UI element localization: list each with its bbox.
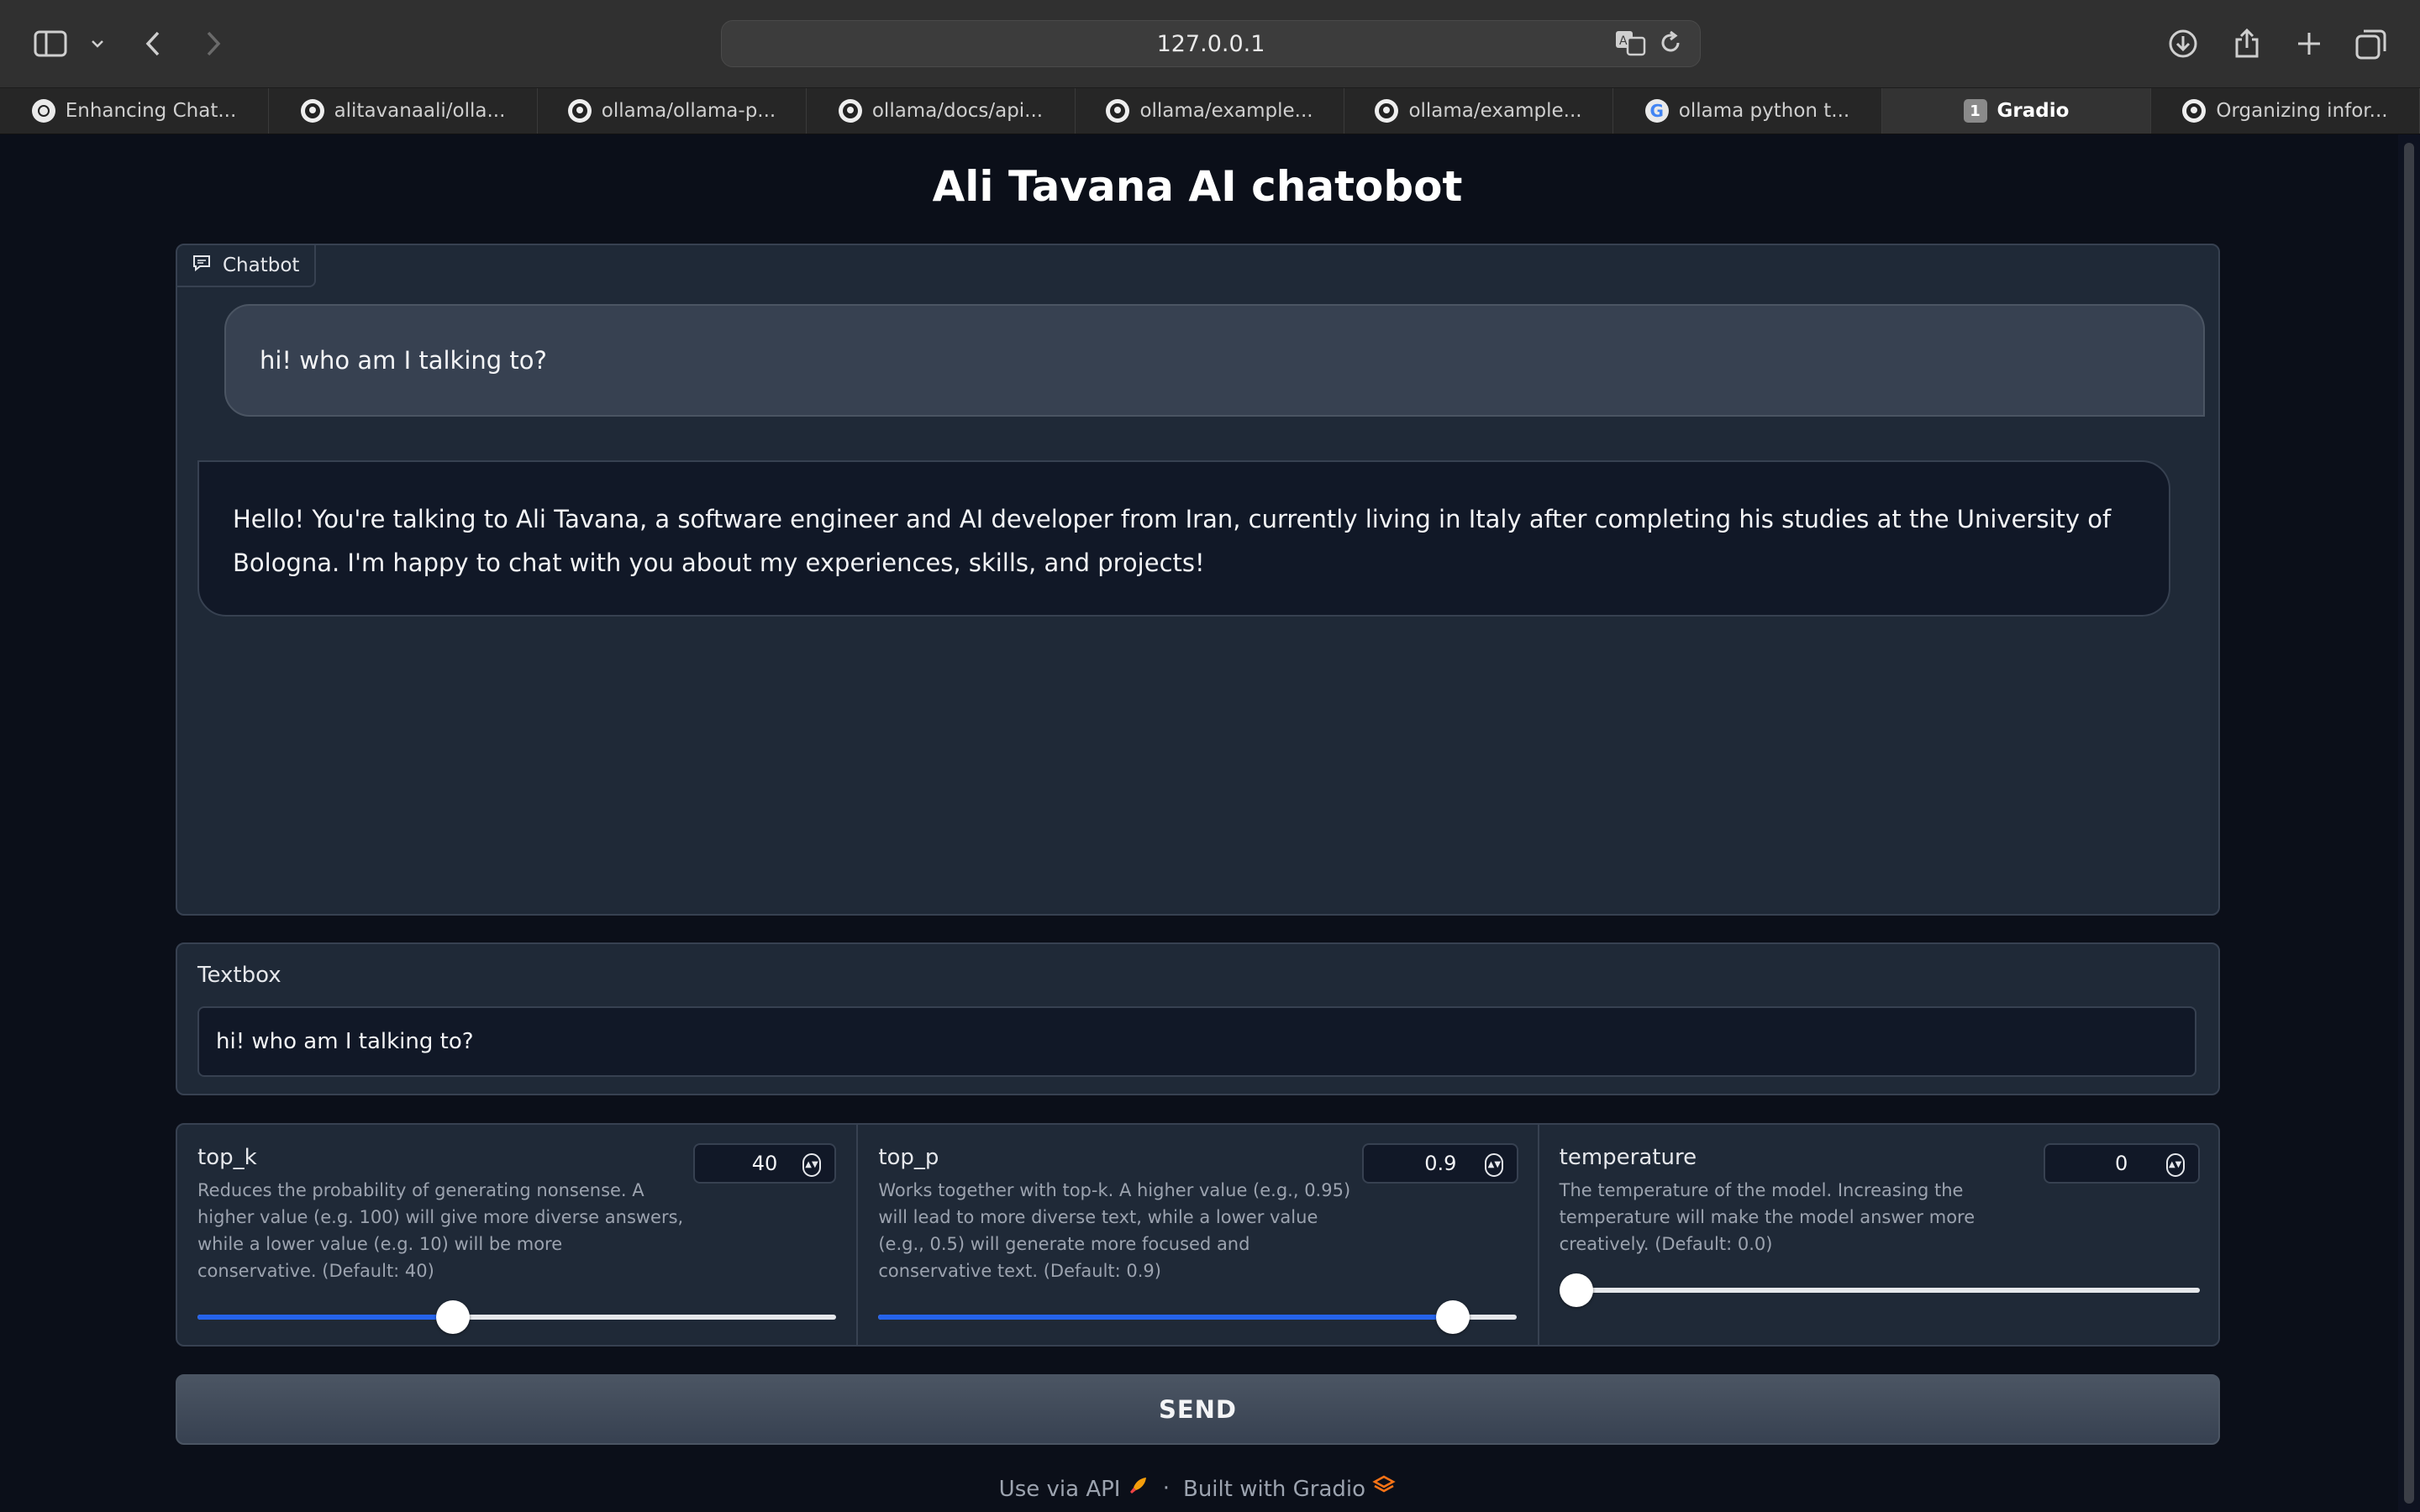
tab-ollama-docs[interactable]: ollama/docs/api...	[807, 88, 1076, 134]
top-p-description: Works together with top-k. A higher valu…	[878, 1180, 1351, 1281]
chevron-down-icon[interactable]	[81, 25, 114, 62]
reload-icon[interactable]	[1658, 29, 1683, 62]
use-via-api-link[interactable]: Use via API	[999, 1474, 1150, 1502]
tab-google-search[interactable]: G ollama python t...	[1613, 88, 1882, 134]
tab-alitavanaali[interactable]: alitavanaali/olla...	[269, 88, 538, 134]
temperature-slider[interactable]	[1559, 1273, 2200, 1307]
top-k-value: 40	[751, 1152, 778, 1175]
temperature-slider-thumb[interactable]	[1559, 1273, 1593, 1307]
top-k-slider[interactable]	[197, 1300, 836, 1334]
tab-organizing-info[interactable]: Organizing infor...	[2151, 88, 2420, 134]
textbox-panel: Textbox hi! who am I talking to?	[176, 942, 2220, 1095]
top-k-control: top_k Reduces the probability of generat…	[177, 1125, 859, 1345]
tab-label: Enhancing Chat...	[65, 100, 237, 122]
chatbot-panel: Chatbot hi! who am I talking to? Hello! …	[176, 244, 2220, 916]
gradio-logo-icon	[1372, 1475, 1397, 1502]
built-with-gradio-link[interactable]: Built with Gradio	[1182, 1474, 1397, 1502]
tab-label: ollama/ollama-p...	[601, 100, 776, 122]
tab-label: Gradio	[1996, 100, 2070, 122]
built-with-gradio-text: Built with Gradio	[1182, 1477, 1366, 1502]
chat-bubble-icon	[192, 255, 211, 276]
tab-ollama-examples-1[interactable]: ollama/example...	[1076, 88, 1344, 134]
stepper-icon[interactable]: ▲▼	[802, 1153, 821, 1177]
page-title: Ali Tavana AI chatobot	[932, 162, 1463, 211]
top-p-value: 0.9	[1424, 1152, 1457, 1175]
url-text: 127.0.0.1	[1156, 30, 1265, 57]
temperature-number-input[interactable]: 0 ▲▼	[2043, 1143, 2200, 1184]
tab-number-badge: 1	[1963, 99, 1987, 123]
rocket-icon	[1128, 1477, 1150, 1502]
temperature-control: temperature The temperature of the model…	[1539, 1125, 2218, 1345]
top-p-slider-thumb[interactable]	[1436, 1300, 1470, 1334]
github-icon	[567, 99, 592, 123]
tab-label: Organizing infor...	[2216, 100, 2388, 122]
tab-gradio[interactable]: 1 Gradio	[1882, 88, 2151, 134]
top-p-slider[interactable]	[878, 1300, 1518, 1334]
user-message: hi! who am I talking to?	[224, 304, 2205, 417]
top-p-slider-fill	[878, 1315, 1454, 1320]
github-icon	[1106, 99, 1130, 123]
message-input-value: hi! who am I talking to?	[216, 1029, 474, 1054]
top-k-description: Reduces the probability of generating no…	[197, 1180, 684, 1281]
footer: Use via API · Built with Gradio	[0, 1474, 2395, 1502]
parameters-panel: top_k Reduces the probability of generat…	[176, 1123, 2220, 1347]
translate-icon[interactable]: A	[1614, 29, 1646, 62]
top-p-label: top_p	[878, 1145, 939, 1170]
send-button[interactable]: SEND	[176, 1374, 2220, 1445]
tab-label: ollama/example...	[1139, 100, 1313, 122]
chatgpt-icon	[31, 99, 55, 123]
back-icon[interactable]	[134, 25, 171, 62]
github-icon	[2182, 99, 2207, 123]
tab-label: alitavanaali/olla...	[334, 100, 506, 122]
tab-label: ollama/example...	[1408, 100, 1582, 122]
tab-label: ollama/docs/api...	[871, 100, 1044, 122]
url-bar[interactable]: 127.0.0.1 A	[721, 20, 1701, 67]
temperature-description: The temperature of the model. Increasing…	[1559, 1180, 1975, 1254]
new-tab-icon[interactable]	[2291, 25, 2328, 62]
temperature-label: temperature	[1559, 1145, 1697, 1170]
tab-bar: Enhancing Chat... alitavanaali/olla... o…	[0, 88, 2420, 134]
google-icon: G	[1644, 99, 1669, 123]
github-icon	[838, 99, 862, 123]
top-p-number-input[interactable]: 0.9 ▲▼	[1362, 1143, 1519, 1184]
github-icon	[1375, 99, 1399, 123]
textbox-label: Textbox	[197, 963, 281, 988]
top-k-slider-fill	[197, 1315, 453, 1320]
use-via-api-text: Use via API	[998, 1477, 1121, 1502]
tab-ollama-examples-2[interactable]: ollama/example...	[1344, 88, 1613, 134]
top-k-label: top_k	[197, 1145, 257, 1170]
temperature-value: 0	[2115, 1152, 2128, 1175]
chatbot-label: Chatbot	[177, 245, 317, 287]
bot-message: Hello! You're talking to Ali Tavana, a s…	[197, 460, 2170, 617]
downloads-icon[interactable]	[2165, 25, 2202, 62]
top-k-slider-thumb[interactable]	[436, 1300, 470, 1334]
footer-separator: ·	[1162, 1475, 1170, 1501]
browser-toolbar: 127.0.0.1 A	[0, 0, 2420, 88]
sidebar-toggle-icon[interactable]	[32, 25, 69, 62]
top-p-control: top_p Works together with top-k. A highe…	[858, 1125, 1539, 1345]
forward-icon[interactable]	[195, 25, 232, 62]
chatbot-label-text: Chatbot	[223, 255, 300, 276]
svg-text:A: A	[1619, 34, 1628, 48]
top-k-number-input[interactable]: 40 ▲▼	[693, 1143, 836, 1184]
send-button-label: SEND	[1158, 1395, 1238, 1424]
tab-overview-icon[interactable]	[2353, 25, 2390, 62]
tab-enhancing-chat[interactable]: Enhancing Chat...	[0, 88, 269, 134]
stepper-icon[interactable]: ▲▼	[2165, 1153, 2185, 1177]
user-message-text: hi! who am I talking to?	[260, 346, 547, 375]
tab-ollama-python[interactable]: ollama/ollama-p...	[538, 88, 807, 134]
message-input[interactable]: hi! who am I talking to?	[197, 1006, 2196, 1077]
share-icon[interactable]	[2228, 25, 2265, 62]
page-scrollbar[interactable]	[2398, 134, 2420, 1512]
stepper-icon[interactable]: ▲▼	[1485, 1153, 1504, 1177]
scrollbar-thumb[interactable]	[2404, 143, 2414, 1504]
github-icon	[300, 99, 324, 123]
tab-label: ollama python t...	[1678, 100, 1850, 122]
bot-message-text: Hello! You're talking to Ali Tavana, a s…	[233, 505, 2112, 577]
